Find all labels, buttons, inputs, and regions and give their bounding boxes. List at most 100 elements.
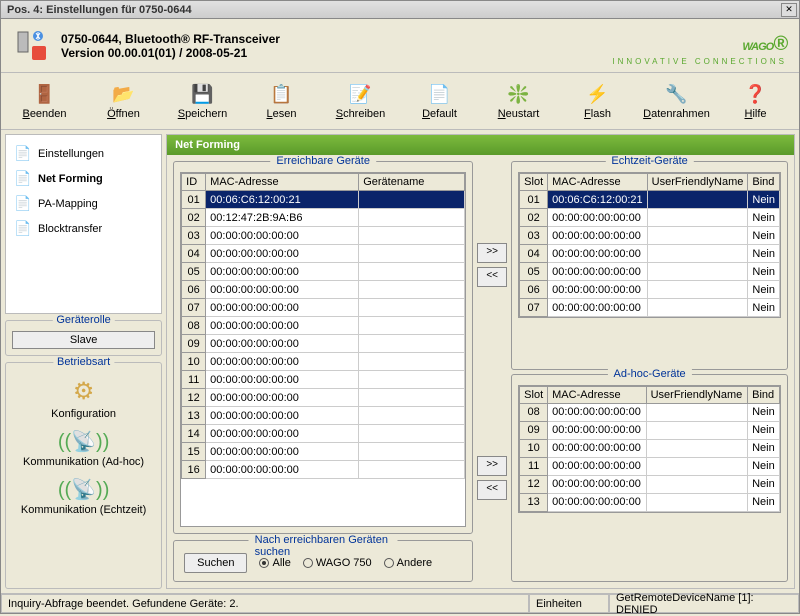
table-row[interactable]: 0100:06:C6:12:00:21 [182, 191, 465, 209]
table-row[interactable]: 0500:00:00:00:00:00 [182, 263, 465, 281]
table-row[interactable]: 0900:00:00:00:00:00Nein [520, 421, 780, 439]
table-row[interactable]: 1500:00:00:00:00:00 [182, 443, 465, 461]
row-id: 02 [520, 209, 548, 227]
reachable-title: Erreichbare Geräte [270, 155, 376, 167]
table-row[interactable]: 0700:00:00:00:00:00Nein [520, 299, 780, 317]
row-name [359, 263, 465, 281]
reachable-table[interactable]: IDMAC-AdresseGerätename0100:06:C6:12:00:… [181, 173, 465, 479]
col-header[interactable]: UserFriendlyName [646, 386, 748, 403]
row-id: 13 [520, 493, 548, 511]
table-row[interactable]: 0100:06:C6:12:00:21Nein [520, 191, 780, 209]
row-name [359, 461, 465, 479]
table-row[interactable]: 0300:00:00:00:00:00Nein [520, 227, 780, 245]
col-header[interactable]: Slot [520, 174, 548, 191]
toolbar-lesen[interactable]: 📋Lesen [244, 77, 319, 125]
table-row[interactable]: 0300:00:00:00:00:00 [182, 227, 465, 245]
mode-icon: ⚙ [73, 377, 95, 406]
table-row[interactable]: 1300:00:00:00:00:00Nein [520, 493, 780, 511]
table-row[interactable]: 1400:00:00:00:00:00 [182, 425, 465, 443]
toolbar-beenden[interactable]: 🚪Beenden [7, 77, 82, 125]
toolbar-label: Flash [584, 108, 611, 120]
nav-pa-mapping[interactable]: 📄PA-Mapping [8, 191, 159, 216]
page-icon: 📄 [14, 145, 32, 162]
add-realtime-button[interactable]: >> [477, 243, 507, 263]
window-title: Pos. 4: Einstellungen für 0750-0644 [3, 4, 781, 16]
toolbar-neustart[interactable]: ❇️Neustart [481, 77, 556, 125]
realtime-table[interactable]: SlotMAC-AdresseUserFriendlyNameBind0100:… [519, 173, 780, 317]
col-header[interactable]: Bind [748, 386, 780, 403]
toolbar-flash[interactable]: ⚡Flash [560, 77, 635, 125]
remove-realtime-button[interactable]: << [477, 267, 507, 287]
table-row[interactable]: 1300:00:00:00:00:00 [182, 407, 465, 425]
table-row[interactable]: 0700:00:00:00:00:00 [182, 299, 465, 317]
role-button[interactable]: Slave [12, 331, 155, 349]
radio-icon [259, 558, 269, 568]
table-row[interactable]: 0400:00:00:00:00:00Nein [520, 245, 780, 263]
row-name [646, 475, 748, 493]
statusbar: Inquiry-Abfrage beendet. Gefundene Gerät… [1, 593, 799, 613]
remove-adhoc-button[interactable]: << [477, 480, 507, 500]
device-icon [13, 27, 51, 65]
table-row[interactable]: 0600:00:00:00:00:00 [182, 281, 465, 299]
nav-einstellungen[interactable]: 📄Einstellungen [8, 141, 159, 166]
col-header[interactable]: UserFriendlyName [647, 174, 748, 191]
adhoc-table[interactable]: SlotMAC-AdresseUserFriendlyNameBind0800:… [519, 386, 780, 512]
col-header[interactable]: MAC-Adresse [548, 174, 648, 191]
row-name [647, 263, 748, 281]
col-header[interactable]: Bind [748, 174, 780, 191]
mode-0[interactable]: ⚙Konfiguration [12, 373, 155, 424]
radio-label: Andere [397, 557, 432, 569]
row-name [359, 407, 465, 425]
row-name [647, 281, 748, 299]
row-bind: Nein [748, 245, 780, 263]
search-option-1[interactable]: WAGO 750 [303, 557, 372, 569]
add-adhoc-button[interactable]: >> [477, 456, 507, 476]
col-header[interactable]: ID [182, 174, 206, 191]
toolbar-speichern[interactable]: 💾Speichern [165, 77, 240, 125]
table-row[interactable]: 0200:12:47:2B:9A:B6 [182, 209, 465, 227]
row-id: 05 [182, 263, 206, 281]
close-icon[interactable]: ✕ [781, 3, 797, 17]
nav-net-forming[interactable]: 📄Net Forming [8, 166, 159, 191]
table-row[interactable]: 0800:00:00:00:00:00 [182, 317, 465, 335]
row-id: 15 [182, 443, 206, 461]
toolbar-datenrahmen[interactable]: 🔧Datenrahmen [639, 77, 714, 125]
search-option-2[interactable]: Andere [384, 557, 432, 569]
table-row[interactable]: 1100:00:00:00:00:00 [182, 371, 465, 389]
col-header[interactable]: Gerätename [359, 174, 465, 191]
row-id: 12 [520, 475, 548, 493]
table-row[interactable]: 1000:00:00:00:00:00Nein [520, 439, 780, 457]
mode-1[interactable]: ((📡))Kommunikation (Ad-hoc) [12, 424, 155, 472]
table-row[interactable]: 1200:00:00:00:00:00 [182, 389, 465, 407]
toolbar-öffnen[interactable]: 📂Öffnen [86, 77, 161, 125]
table-row[interactable]: 0400:00:00:00:00:00 [182, 245, 465, 263]
table-row[interactable]: 1000:00:00:00:00:00 [182, 353, 465, 371]
table-row[interactable]: 0900:00:00:00:00:00 [182, 335, 465, 353]
role-group: Geräterolle Slave [5, 320, 162, 356]
toolbar-hilfe[interactable]: ❓Hilfe [718, 77, 793, 125]
toolbar-schreiben[interactable]: 📝Schreiben [323, 77, 398, 125]
toolbar-default[interactable]: 📄Default [402, 77, 477, 125]
nav-label: Net Forming [38, 173, 103, 185]
row-name [646, 457, 748, 475]
mode-2[interactable]: ((📡))Kommunikation (Echtzeit) [12, 472, 155, 520]
col-header[interactable]: MAC-Adresse [548, 386, 646, 403]
col-header[interactable]: MAC-Adresse [206, 174, 359, 191]
table-row[interactable]: 0200:00:00:00:00:00Nein [520, 209, 780, 227]
search-option-0[interactable]: Alle [259, 557, 290, 569]
table-row[interactable]: 1200:00:00:00:00:00Nein [520, 475, 780, 493]
row-mac: 00:00:00:00:00:00 [548, 245, 648, 263]
units-button[interactable]: Einheiten [529, 594, 609, 613]
nav-blocktransfer[interactable]: 📄Blocktransfer [8, 216, 159, 241]
table-row[interactable]: 0600:00:00:00:00:00Nein [520, 281, 780, 299]
content: 📄Einstellungen📄Net Forming📄PA-Mapping📄Bl… [1, 130, 799, 593]
row-mac: 00:00:00:00:00:00 [548, 403, 646, 421]
table-row[interactable]: 1600:00:00:00:00:00 [182, 461, 465, 479]
row-mac: 00:00:00:00:00:00 [548, 299, 648, 317]
search-button[interactable]: Suchen [184, 553, 247, 573]
search-title: Nach erreichbaren Geräten suchen [249, 534, 398, 558]
col-header[interactable]: Slot [520, 386, 548, 403]
table-row[interactable]: 1100:00:00:00:00:00Nein [520, 457, 780, 475]
table-row[interactable]: 0500:00:00:00:00:00Nein [520, 263, 780, 281]
table-row[interactable]: 0800:00:00:00:00:00Nein [520, 403, 780, 421]
